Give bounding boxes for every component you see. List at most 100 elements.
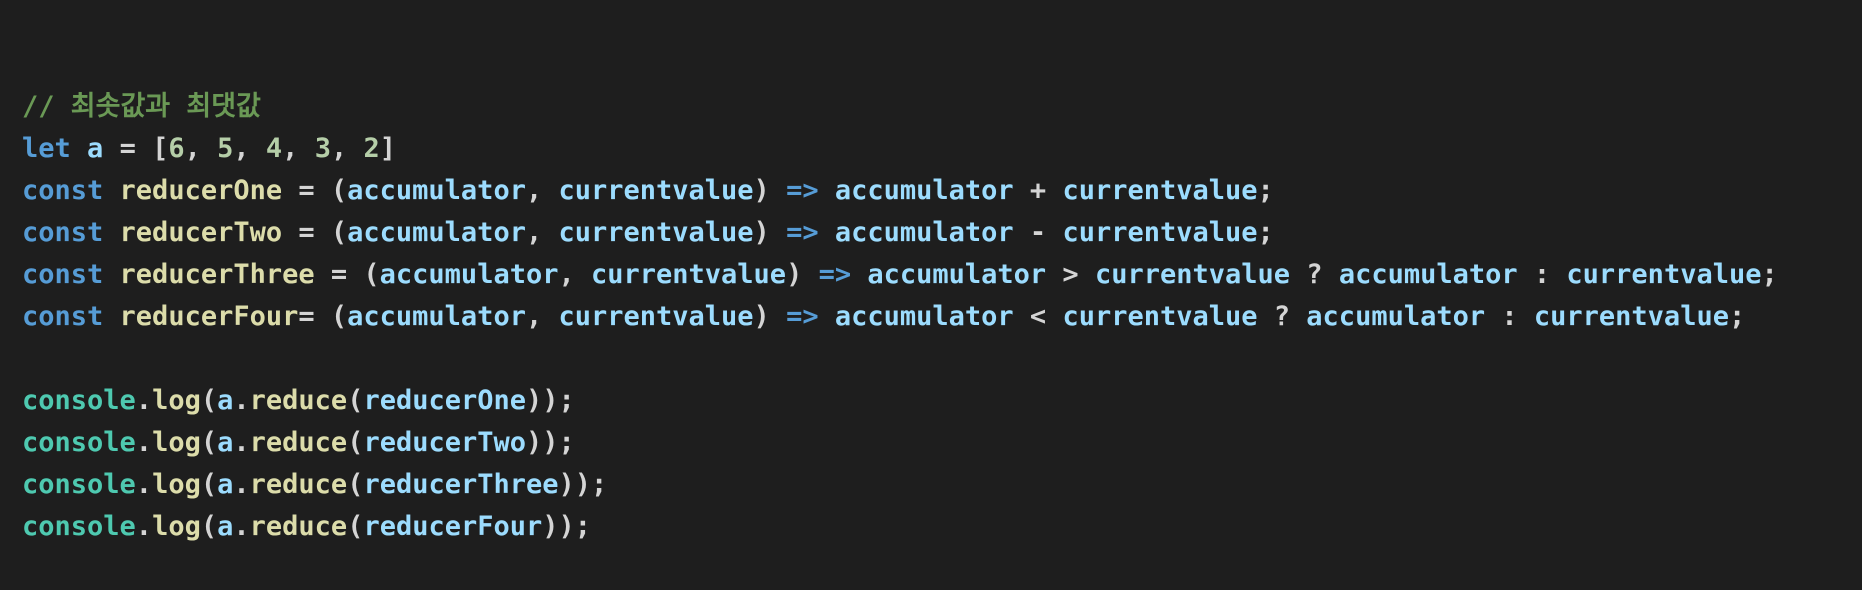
code-token-variable: accumulator bbox=[867, 259, 1047, 290]
code-token-function: reduce bbox=[249, 469, 348, 500]
code-token-plain: > bbox=[1046, 259, 1095, 290]
code-token-function: log bbox=[152, 385, 201, 416]
code-token-keyword: => bbox=[786, 217, 819, 248]
code-token-plain: . bbox=[135, 385, 153, 416]
code-token-variable: reducerThree bbox=[363, 469, 559, 500]
code-token-plain: . bbox=[135, 469, 153, 500]
code-token-variable: accumulator bbox=[1306, 301, 1486, 332]
code-editor[interactable]: // 최솟값과 최댓값 let a = [6, 5, 4, 3, 2] const … bbox=[0, 0, 1862, 542]
code-line[interactable]: const reducerFour= (accumulator, current… bbox=[22, 296, 1862, 338]
code-token-plain: )); bbox=[526, 385, 575, 416]
code-token-number: 3 bbox=[314, 133, 331, 164]
code-token-plain: < bbox=[1013, 301, 1063, 332]
code-token-plain: = ( bbox=[314, 259, 380, 290]
code-token-function: reduce bbox=[249, 385, 348, 416]
code-token-variable: accumulator bbox=[379, 259, 559, 290]
code-token-comment: // 최솟값과 최댓값 bbox=[22, 91, 261, 122]
code-token-class: console bbox=[22, 427, 136, 458]
code-token-plain: = ( bbox=[298, 301, 348, 332]
code-line[interactable]: console.log(a.reduce(reducerOne)); bbox=[22, 380, 1862, 422]
code-token-plain: ( bbox=[347, 385, 364, 416]
code-token-number: 6 bbox=[168, 133, 185, 164]
code-token-variable: currentvalue bbox=[1533, 301, 1729, 332]
code-line[interactable]: const reducerThree = (accumulator, curre… bbox=[22, 254, 1862, 296]
code-token-plain: ) bbox=[786, 259, 819, 290]
code-token-variable: a bbox=[217, 511, 234, 542]
code-token-function: log bbox=[152, 427, 201, 458]
code-token-plain: ? bbox=[1257, 301, 1307, 332]
code-token-variable: currentvalue bbox=[1062, 217, 1258, 248]
code-line[interactable]: console.log(a.reduce(reducerTwo)); bbox=[22, 422, 1862, 464]
code-line[interactable]: const reducerTwo = (accumulator, current… bbox=[22, 212, 1862, 254]
code-token-plain: . bbox=[233, 427, 250, 458]
code-token-keyword: => bbox=[786, 175, 819, 206]
code-token-function: log bbox=[152, 469, 201, 500]
code-token-keyword: const bbox=[22, 301, 104, 332]
code-token-number: 5 bbox=[217, 133, 234, 164]
code-token-variable: reducerTwo bbox=[363, 427, 527, 458]
code-token-plain: , bbox=[282, 133, 315, 164]
code-line[interactable]: // 최솟값과 최댓값 bbox=[22, 86, 1862, 128]
code-token-variable: accumulator bbox=[834, 175, 1014, 206]
code-token-variable: a bbox=[217, 427, 234, 458]
code-token-keyword: => bbox=[786, 301, 819, 332]
code-token-plain: ( bbox=[347, 427, 364, 458]
code-token-variable: currentvalue bbox=[558, 217, 754, 248]
code-token-plain: ; bbox=[1257, 217, 1274, 248]
code-token-variable: accumulator bbox=[1338, 259, 1518, 290]
code-token-plain: ] bbox=[379, 133, 396, 164]
code-token-plain: )); bbox=[526, 427, 575, 458]
code-token-plain: , bbox=[525, 301, 559, 332]
code-token-plain: : bbox=[1517, 259, 1567, 290]
code-token-keyword: let bbox=[22, 133, 71, 164]
code-token-variable: accumulator bbox=[347, 217, 526, 248]
code-token-number: 4 bbox=[265, 133, 283, 164]
code-token-variable: a bbox=[217, 385, 234, 416]
code-line[interactable]: console.log(a.reduce(reducerFour)); bbox=[22, 506, 1862, 548]
code-token-plain: ( bbox=[347, 469, 364, 500]
code-token-class: console bbox=[22, 385, 136, 416]
code-token-plain: = ( bbox=[282, 175, 348, 206]
code-line[interactable]: const reducerOne = (accumulator, current… bbox=[22, 170, 1862, 212]
code-token-plain: ; bbox=[1761, 259, 1778, 290]
code-token-plain: , bbox=[525, 217, 559, 248]
code-line[interactable] bbox=[22, 338, 1862, 380]
code-line[interactable]: console.log(a.reduce(reducerThree)); bbox=[22, 464, 1862, 506]
code-token-variable: a bbox=[217, 469, 234, 500]
code-token-plain: . bbox=[233, 469, 250, 500]
code-token-variable: reducerOne bbox=[363, 385, 527, 416]
code-token-plain: = ( bbox=[282, 217, 348, 248]
code-token-plain: . bbox=[233, 511, 250, 542]
code-token-function: reduce bbox=[249, 511, 348, 542]
code-token-plain: ( bbox=[200, 427, 218, 458]
code-token-plain: = [ bbox=[103, 133, 169, 164]
code-token-plain: ( bbox=[200, 511, 218, 542]
code-token-variable: currentvalue bbox=[558, 301, 754, 332]
code-token-plain: , bbox=[330, 133, 364, 164]
code-token-class: console bbox=[22, 511, 136, 542]
code-token-function: log bbox=[152, 511, 201, 542]
code-token-plain: , bbox=[558, 259, 591, 290]
code-token-plain: , bbox=[184, 133, 218, 164]
code-token-variable: currentvalue bbox=[590, 259, 787, 290]
code-lines: // 최솟값과 최댓값 let a = [6, 5, 4, 3, 2] const … bbox=[22, 86, 1862, 548]
code-token-keyword: const bbox=[22, 217, 104, 248]
code-token-function: reducerThree bbox=[119, 259, 315, 290]
code-token-plain: + bbox=[1013, 175, 1063, 206]
code-token-plain: )); bbox=[542, 511, 592, 542]
code-token-plain: ) bbox=[753, 301, 787, 332]
code-token-plain: ; bbox=[1728, 301, 1746, 332]
code-token-variable: accumulator bbox=[834, 217, 1014, 248]
code-token-plain: , bbox=[525, 175, 559, 206]
code-token-plain: - bbox=[1013, 217, 1063, 248]
code-token-variable: accumulator bbox=[834, 301, 1014, 332]
code-token-plain: ) bbox=[753, 217, 787, 248]
code-line[interactable]: let a = [6, 5, 4, 3, 2] bbox=[22, 128, 1862, 170]
code-token-variable: currentvalue bbox=[1566, 259, 1762, 290]
code-token-variable: currentvalue bbox=[1062, 301, 1258, 332]
